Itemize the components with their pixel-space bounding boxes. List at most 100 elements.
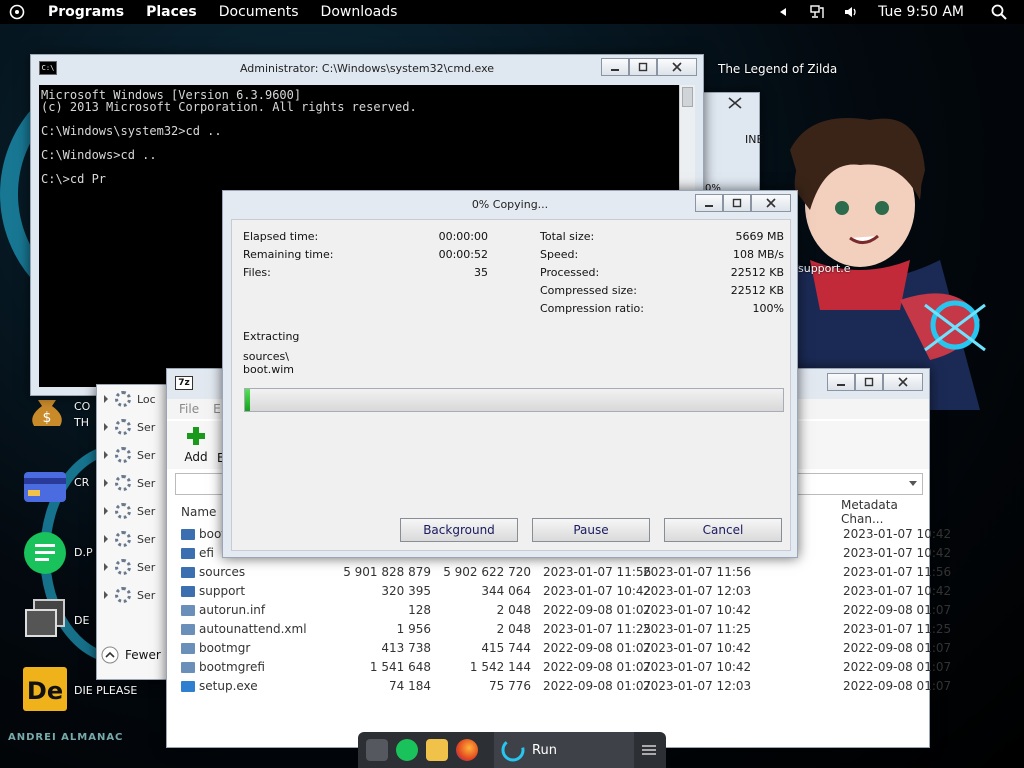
tray-arrow-icon[interactable] [772, 0, 794, 24]
file-metadata-changed: 2023-01-07 11:25 [843, 622, 952, 636]
file-packed-size: 1 542 144 [469, 660, 531, 674]
service-label: Ser [137, 504, 156, 518]
document-app-icon[interactable] [396, 739, 418, 761]
firefox-icon[interactable] [456, 739, 478, 761]
column-metadata[interactable]: Metadata Chan... [841, 498, 923, 526]
7zip-minimize-button[interactable] [827, 373, 855, 391]
file-packed-size: 2 048 [496, 622, 531, 636]
desktop-label-support: support.e [798, 262, 851, 275]
service-row[interactable]: Ser [103, 469, 155, 497]
run-task-button[interactable]: Run [494, 732, 634, 768]
service-row[interactable]: Ser [103, 553, 155, 581]
console-line: C:\Windows\system32>cd .. [41, 124, 222, 138]
network-icon[interactable] [806, 0, 828, 24]
file-size: 1 956 [396, 622, 431, 636]
desktop-label-co: CO [74, 400, 91, 413]
menu-downloads[interactable]: Downloads [321, 4, 398, 20]
stat-label: Total size: [540, 230, 595, 243]
chevron-right-icon[interactable] [103, 479, 109, 487]
file-modified: 2022-09-08 01:07 [543, 679, 652, 693]
chevron-right-icon[interactable] [103, 563, 109, 571]
cancel-button[interactable]: Cancel [664, 518, 782, 542]
chevron-right-icon[interactable] [103, 451, 109, 459]
folder-icon [181, 548, 195, 559]
menu-documents[interactable]: Documents [219, 4, 299, 20]
file-manager-icon[interactable] [426, 739, 448, 761]
service-label: Loc [137, 392, 156, 406]
file-name: autorun.inf [199, 603, 266, 617]
background-button[interactable]: Background [400, 518, 518, 542]
minimize-icon [837, 384, 845, 386]
service-row[interactable]: Ser [103, 581, 155, 609]
menu-places[interactable]: Places [146, 4, 197, 20]
credit-text: ANDREI ALMANAC [8, 732, 124, 743]
service-row[interactable]: Loc [103, 385, 156, 413]
chevron-right-icon[interactable] [103, 535, 109, 543]
file-modified: 2022-09-08 01:07 [543, 641, 652, 655]
file-row[interactable]: setup.exe 74 184 75 776 2022-09-08 01:07 202… [175, 677, 951, 696]
svg-text:$: $ [43, 410, 52, 426]
file-row[interactable]: bootmgr 413 738 415 744 2022-09-08 01:07 202… [175, 639, 951, 658]
die-app-icon[interactable]: De [22, 666, 68, 712]
menu-edit[interactable]: E [213, 402, 221, 416]
cmd-minimize-button[interactable] [601, 58, 629, 76]
cmd-close-button[interactable] [657, 58, 697, 76]
menu-file[interactable]: File [179, 402, 199, 416]
file-row[interactable]: sources 5 901 828 879 5 902 622 720 2023-01… [175, 563, 951, 582]
file-row[interactable]: support 320 395 344 064 2023-01-07 10:42 202… [175, 582, 951, 601]
service-row[interactable]: Ser [103, 497, 155, 525]
power-icon[interactable] [6, 0, 28, 24]
menu-programs[interactable]: Programs [48, 4, 124, 20]
run-icon [501, 738, 525, 762]
7zip-maximize-button[interactable] [855, 373, 883, 391]
services-panel[interactable]: Loc Ser Ser Ser Ser Ser Ser Ser Fewer [96, 384, 168, 680]
cmd-maximize-button[interactable] [629, 58, 657, 76]
file-created: 2023-01-07 11:56 [643, 565, 752, 579]
copy-minimize-button[interactable] [695, 194, 723, 212]
file-created: 2023-01-07 10:42 [643, 603, 752, 617]
file-metadata-changed: 2023-01-07 11:56 [843, 565, 952, 579]
background-window-close-button[interactable] [713, 93, 759, 113]
file-row[interactable]: autorun.inf 128 2 048 2022-09-08 01:07 2023-… [175, 601, 951, 620]
copy-progress-fill [245, 389, 251, 411]
chevron-right-icon[interactable] [103, 395, 109, 403]
close-icon [672, 62, 682, 72]
clock[interactable]: Tue 9:50 AM [878, 4, 964, 20]
chevron-down-icon[interactable] [908, 480, 918, 488]
add-label: Add [184, 450, 208, 464]
windows-stack-icon[interactable] [22, 596, 68, 642]
chevron-right-icon[interactable] [103, 591, 109, 599]
search-icon[interactable] [988, 0, 1010, 24]
chevron-right-icon[interactable] [103, 423, 109, 431]
gear-icon [115, 531, 131, 547]
cmd-titlebar[interactable]: C:\ Administrator: C:\Windows\system32\c… [31, 55, 703, 81]
fewer-details-button[interactable]: Fewer [101, 641, 161, 669]
terminal-app-icon[interactable] [366, 739, 388, 761]
background-window[interactable]: INE 0% [700, 92, 763, 202]
file-row[interactable]: autounattend.xml 1 956 2 048 2023-01-07 11:… [175, 620, 951, 639]
chevron-right-icon[interactable] [103, 507, 109, 515]
file-created: 2023-01-07 10:42 [643, 641, 752, 655]
copy-maximize-button[interactable] [723, 194, 751, 212]
copy-close-button[interactable] [751, 194, 791, 212]
file-icon [181, 681, 195, 692]
menu-icon[interactable] [642, 744, 656, 756]
service-row[interactable]: Ser [103, 525, 155, 553]
volume-icon[interactable] [840, 0, 862, 24]
copy-titlebar[interactable]: 0% Copying... [223, 191, 797, 217]
file-row[interactable]: bootmgrefi 1 541 648 1 542 144 2022-09-08 0… [175, 658, 951, 677]
copy-progress-dialog[interactable]: 0% Copying... Elapsed time: 00:00:00 Remai… [222, 190, 798, 558]
desktop-label-die: DIE PLEASE [74, 684, 138, 697]
service-row[interactable]: Ser [103, 441, 155, 469]
stat-value: 5669 MB [735, 230, 784, 243]
column-name[interactable]: Name [181, 501, 216, 523]
document-app-icon[interactable] [22, 530, 68, 576]
7zip-close-button[interactable] [883, 373, 923, 391]
cmd-scroll-thumb[interactable] [682, 87, 693, 107]
credit-card-icon[interactable] [22, 464, 68, 510]
pause-button[interactable]: Pause [532, 518, 650, 542]
file-modified: 2022-09-08 01:07 [543, 603, 652, 617]
service-row[interactable]: Ser [103, 413, 155, 441]
add-button[interactable]: Add [181, 425, 211, 467]
